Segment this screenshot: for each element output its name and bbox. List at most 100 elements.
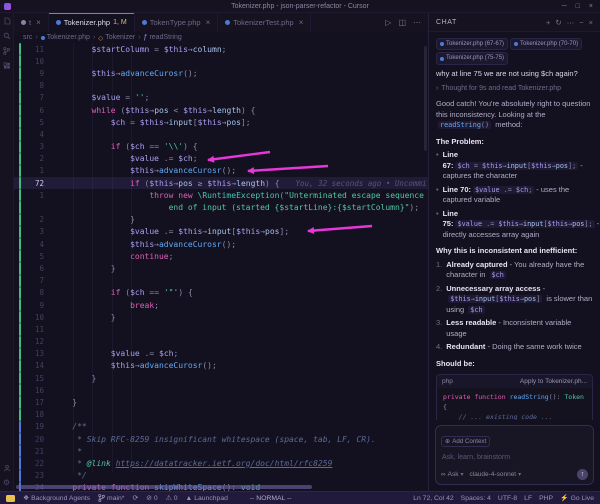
code-line[interactable]: 5 continue; (14, 250, 428, 262)
code-line[interactable]: 7 $value = ''; (14, 92, 428, 104)
code-line[interactable]: 10 (14, 55, 428, 67)
history-icon[interactable]: ↻ (555, 18, 561, 27)
code-line[interactable]: 9 break; (14, 299, 428, 311)
line-number: 15 (21, 374, 44, 383)
context-pill[interactable]: Tokenizer.php (75-75) (436, 52, 508, 64)
code-line[interactable]: 6 } (14, 262, 428, 274)
close-icon[interactable]: × (206, 18, 211, 27)
new-chat-icon[interactable]: + (546, 18, 550, 27)
code-line[interactable]: 23 */ (14, 470, 428, 482)
background-agents-button[interactable]: ❖Background Agents (23, 494, 90, 502)
settings-gear-icon[interactable]: ⚙ (3, 479, 11, 487)
go-live-button[interactable]: ⚡Go Live (560, 494, 594, 502)
close-icon[interactable]: × (589, 18, 593, 27)
code-line[interactable]: 72 if ($this→pos ≥ $this→length) {You, 3… (14, 177, 428, 189)
horizontal-scrollbar[interactable] (16, 485, 312, 489)
why-item: 1.Already captured - You already have th… (436, 260, 593, 281)
account-icon[interactable] (3, 464, 11, 472)
add-context-button[interactable]: ⊕ Add Context (441, 436, 490, 447)
code-line[interactable]: 10 } (14, 311, 428, 323)
context-pill[interactable]: Tokenizer.php (67-67) (436, 38, 508, 50)
extensions-icon[interactable] (3, 62, 11, 70)
code-line[interactable]: 12 (14, 336, 428, 348)
code-line[interactable]: 4 $this→advanceCurosr(); (14, 238, 428, 250)
sync-button[interactable]: ⟳ (132, 494, 138, 502)
mode-selector[interactable]: ∞ Ask ▾ (441, 471, 464, 478)
code-line[interactable]: 14 $this→advanceCurosr(); (14, 360, 428, 372)
code-line[interactable]: 18 (14, 409, 428, 421)
editor-tab-t[interactable]: t× (14, 13, 49, 32)
source-control-icon[interactable] (3, 47, 11, 55)
run-icon[interactable]: ▷ (385, 18, 391, 27)
breadcrumb-item-src[interactable]: src (23, 34, 32, 41)
chat-input-box[interactable]: ⊕ Add Context Ask, learn, brainstorm ∞ A… (435, 425, 594, 485)
eol[interactable]: LF (524, 494, 532, 502)
editor-tab-tokenizertest-php[interactable]: TokenizerTest.php× (218, 13, 311, 32)
code-line[interactable]: 1 throw new \RuntimeException("Untermina… (14, 189, 428, 201)
problems-errors[interactable]: ⊘0 (146, 494, 157, 502)
encoding[interactable]: UTF-8 (498, 494, 517, 502)
status-yellow-badge[interactable] (6, 495, 15, 502)
cursor-position[interactable]: Ln 72, Col 42 (413, 494, 453, 502)
maximize-button[interactable]: □ (576, 3, 580, 10)
code-line[interactable]: 3 if ($ch == '\\') { (14, 141, 428, 153)
problem-bullet: •Line 75:$value .= $this→input[$this→pos… (436, 209, 593, 241)
code-line[interactable]: 7 (14, 275, 428, 287)
php-file-icon (56, 20, 61, 25)
language-mode[interactable]: PHP (539, 494, 553, 502)
code-line[interactable]: 2 $value .= $ch; (14, 153, 428, 165)
code-line[interactable]: end of input (started {$startLine}:{$sta… (14, 201, 428, 213)
problems-warnings[interactable]: ⚠0 (166, 494, 178, 502)
model-selector[interactable]: claude-4-sonnet ▾ (470, 471, 522, 478)
close-icon[interactable]: × (36, 18, 41, 27)
breadcrumb-item-tokenizer-php[interactable]: Tokenizer.php (41, 34, 90, 41)
code-line[interactable]: 13 $value .= $ch; (14, 348, 428, 360)
code-line[interactable]: 9 $this→advanceCurosr(); (14, 67, 428, 79)
code-line[interactable]: 16 (14, 384, 428, 396)
code-text: } (53, 264, 116, 273)
apply-button[interactable]: Apply to Tokenizer.ph... (520, 377, 587, 386)
code-line[interactable]: 11 $startColumn = $this→column; (14, 43, 428, 55)
editor-tab-tokenizer-php[interactable]: Tokenizer.php1, M (49, 13, 135, 32)
code-line[interactable]: 21 * (14, 445, 428, 457)
vim-mode-indicator: -- NORMAL -- (250, 495, 292, 502)
code-line[interactable]: 3 $value .= $this→input[$this→pos]; (14, 226, 428, 238)
line-number: 19 (21, 422, 44, 431)
agents-icon: ❖ (23, 494, 29, 502)
vertical-scrollbar[interactable] (424, 46, 427, 151)
more-icon[interactable]: ⋯ (567, 18, 575, 27)
code-text: $value = ''; (53, 93, 149, 102)
code-line[interactable]: 20 * Skip RFC-8259 insignificant whitesp… (14, 433, 428, 445)
breadcrumb-item-readstring[interactable]: ƒreadString (144, 34, 182, 41)
code-line[interactable]: 8 (14, 80, 428, 92)
editor-tab-tokentype-php[interactable]: TokenType.php× (135, 13, 219, 32)
breadcrumb-item-tokenizer[interactable]: ◇Tokenizer (98, 34, 135, 42)
line-number: 14 (21, 361, 44, 370)
code-line[interactable]: 15 } (14, 372, 428, 384)
minimize-icon[interactable]: − (579, 18, 583, 27)
code-line[interactable]: 8 if ($ch == '"') { (14, 287, 428, 299)
code-editor[interactable]: 11 $startColumn = $this→column;109 $this… (14, 43, 428, 491)
code-line[interactable]: 17 } (14, 396, 428, 408)
code-line[interactable]: 1 $this→advanceCurosr(); (14, 165, 428, 177)
files-icon[interactable] (3, 17, 11, 25)
close-icon[interactable]: × (299, 18, 304, 27)
code-line[interactable]: 4 (14, 128, 428, 140)
code-line[interactable]: 19 /** (14, 421, 428, 433)
code-line[interactable]: 2 } (14, 214, 428, 226)
code-line[interactable]: 5 $ch = $this→input[$this→pos]; (14, 116, 428, 128)
more-actions-icon[interactable]: ⋯ (413, 18, 421, 27)
thought-toggle[interactable]: › Thought for 9s and read Tokenizer.php (436, 84, 593, 94)
split-editor-icon[interactable]: ◫ (398, 18, 406, 27)
git-branch-button[interactable]: main* (98, 494, 124, 502)
code-line[interactable]: 6 while ($this→pos < $this→length) { (14, 104, 428, 116)
code-line[interactable]: 22 * @link https://datatracker.ietf.org/… (14, 457, 428, 469)
close-button[interactable]: × (589, 3, 593, 10)
indentation[interactable]: Spaces: 4 (461, 494, 491, 502)
launchpad-button[interactable]: ▲Launchpad (186, 495, 228, 502)
code-line[interactable]: 11 (14, 323, 428, 335)
search-icon[interactable] (3, 32, 11, 40)
minimize-button[interactable]: ─ (562, 3, 567, 10)
context-pill[interactable]: Tokenizer.php (70-70) (510, 38, 582, 50)
send-button[interactable]: ↑ (577, 469, 588, 480)
